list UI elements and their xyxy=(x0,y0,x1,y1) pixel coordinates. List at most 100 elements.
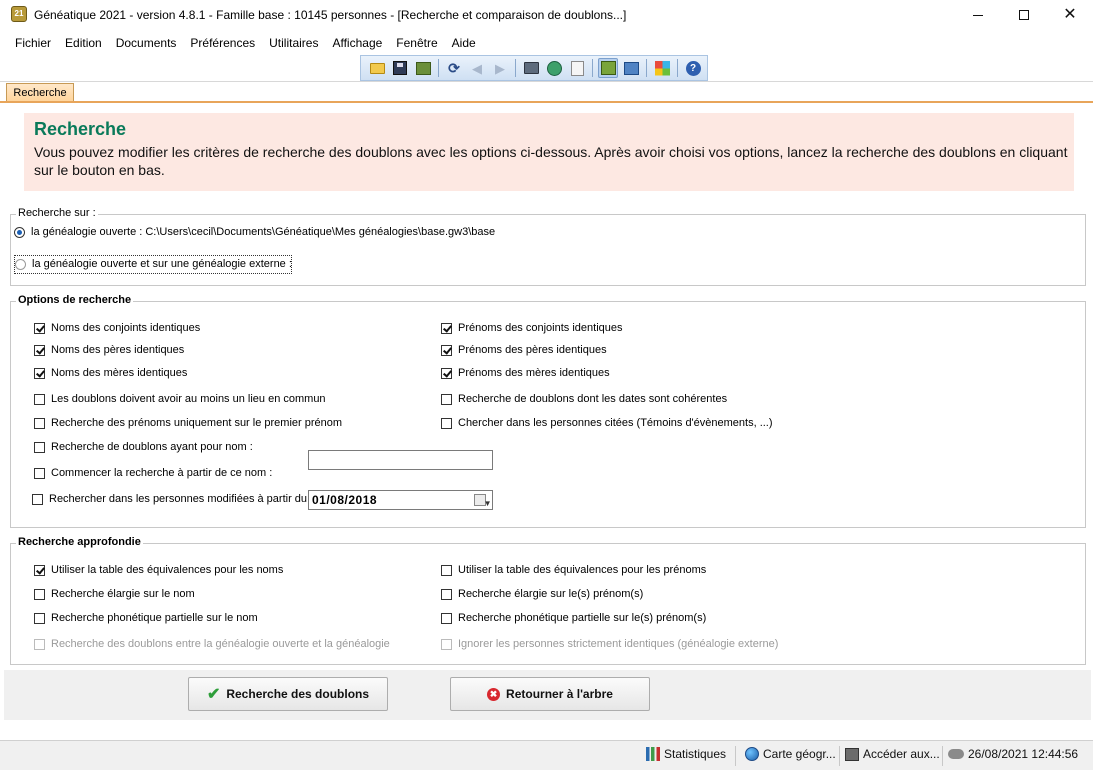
refresh-icon: ⟳ xyxy=(448,60,460,76)
checkbox[interactable] xyxy=(441,417,452,429)
option-nom-specifique[interactable]: Recherche de doublons ayant pour nom : xyxy=(34,441,253,453)
help-button[interactable]: ? xyxy=(683,58,703,78)
title-bar: 21 Généatique 2021 - version 4.8.1 - Fam… xyxy=(0,0,1093,30)
map-item[interactable]: Carte géogr... xyxy=(745,747,836,761)
search-on-legend: Recherche sur : xyxy=(16,207,98,219)
option-premier-prenom[interactable]: Recherche des prénoms uniquement sur le … xyxy=(34,417,342,429)
folder-icon xyxy=(369,62,385,74)
checkbox[interactable] xyxy=(34,322,45,334)
back-button[interactable]: ◀ xyxy=(467,58,487,78)
option-lieu-commun[interactable]: Les doublons doivent avoir au moins un l… xyxy=(34,393,326,405)
option-prenoms-peres[interactable]: Prénoms des pères identiques xyxy=(441,344,607,356)
checkbox-label: Recherche des doublons entre la généalog… xyxy=(51,638,390,650)
checkbox[interactable] xyxy=(441,564,452,576)
menu-preferences[interactable]: Préférences xyxy=(183,32,262,54)
statistics-item[interactable]: Statistiques xyxy=(646,747,726,761)
checkbox-label: Utiliser la table des équivalences pour … xyxy=(51,564,284,576)
checkbox[interactable] xyxy=(441,322,452,334)
banner-title: Recherche xyxy=(34,119,127,139)
option-prenoms-meres[interactable]: Prénoms des mères identiques xyxy=(441,367,610,379)
panel-icon xyxy=(623,61,639,75)
access-item[interactable]: Accéder aux... xyxy=(845,747,940,761)
checkbox[interactable] xyxy=(441,367,452,379)
dropdown-arrow-icon[interactable]: ▼ xyxy=(484,495,492,513)
menu-affichage[interactable]: Affichage xyxy=(325,32,389,54)
checkbox[interactable] xyxy=(441,344,452,356)
checkbox-label: Chercher dans les personnes citées (Témo… xyxy=(458,417,773,429)
return-to-tree-button[interactable]: ✖ Retourner à l'arbre xyxy=(450,677,650,711)
option-personnes-citees[interactable]: Chercher dans les personnes citées (Témo… xyxy=(441,417,773,429)
checkbox[interactable] xyxy=(34,393,45,405)
menu-edition[interactable]: Edition xyxy=(58,32,109,54)
radio-button[interactable] xyxy=(15,258,26,270)
datetime-item: 26/08/2021 12:44:56 xyxy=(948,747,1078,761)
checkbox[interactable] xyxy=(441,612,452,624)
print-button[interactable] xyxy=(521,58,541,78)
grid-button[interactable] xyxy=(652,58,672,78)
option-prenoms-conjoints[interactable]: Prénoms des conjoints identiques xyxy=(441,322,622,334)
statistics-label: Statistiques xyxy=(664,747,727,761)
checkbox[interactable] xyxy=(34,344,45,356)
forward-button[interactable]: ▶ xyxy=(490,58,510,78)
toolbar-separator xyxy=(515,59,516,77)
checkbox-label: Ignorer les personnes strictement identi… xyxy=(458,638,779,650)
checkbox[interactable] xyxy=(34,417,45,429)
checkbox[interactable] xyxy=(34,467,45,479)
menu-fenetre[interactable]: Fenêtre xyxy=(389,32,444,54)
book-button[interactable] xyxy=(413,58,433,78)
radio-external-genealogy[interactable]: la généalogie ouverte et sur une généalo… xyxy=(14,255,292,274)
option-equiv-noms[interactable]: Utiliser la table des équivalences pour … xyxy=(34,564,283,576)
menu-aide[interactable]: Aide xyxy=(445,32,483,54)
checkbox[interactable] xyxy=(34,588,45,600)
checkbox-label: Noms des conjoints identiques xyxy=(51,322,201,334)
document-button[interactable] xyxy=(567,58,587,78)
tab-recherche[interactable]: Recherche xyxy=(6,83,74,102)
checkbox[interactable] xyxy=(34,367,45,379)
minimize-button[interactable] xyxy=(955,0,1001,30)
checkbox[interactable] xyxy=(441,588,452,600)
close-button[interactable]: ✕ xyxy=(1047,0,1093,30)
panel-button[interactable] xyxy=(621,58,641,78)
open-button[interactable] xyxy=(367,58,387,78)
close-icon: ✕ xyxy=(1063,6,1077,23)
radio-open-genealogy[interactable]: la généalogie ouverte : C:\Users\cecil\D… xyxy=(14,226,495,238)
option-noms-meres[interactable]: Noms des mères identiques xyxy=(34,367,187,379)
option-noms-conjoints[interactable]: Noms des conjoints identiques xyxy=(34,322,200,334)
option-equiv-prenoms[interactable]: Utiliser la table des équivalences pour … xyxy=(441,564,706,576)
maximize-button[interactable] xyxy=(1001,0,1047,30)
checkbox[interactable] xyxy=(34,441,45,453)
option-phonetique-prenoms[interactable]: Recherche phonétique partielle sur le(s)… xyxy=(441,612,706,624)
refresh-button[interactable]: ⟳ xyxy=(444,58,464,78)
toolbar-divider xyxy=(0,81,1093,82)
checkbox[interactable] xyxy=(441,393,452,405)
cloud-icon xyxy=(948,749,964,759)
edit-button[interactable] xyxy=(598,58,618,78)
forward-arrow-icon: ▶ xyxy=(495,60,505,76)
checkbox[interactable] xyxy=(34,612,45,624)
menu-documents[interactable]: Documents xyxy=(109,32,184,54)
menu-utilitaires[interactable]: Utilitaires xyxy=(262,32,325,54)
banner-text: Vous pouvez modifier les critères de rec… xyxy=(34,144,1068,178)
checkbox[interactable] xyxy=(32,493,43,505)
toolbar-separator xyxy=(646,59,647,77)
checkbox[interactable] xyxy=(34,564,45,576)
menu-fichier[interactable]: Fichier xyxy=(8,32,58,54)
option-dates-coherentes[interactable]: Recherche de doublons dont les dates son… xyxy=(441,393,727,405)
checkbox-label: Recherche élargie sur le nom xyxy=(51,588,195,600)
checkbox-label: Noms des mères identiques xyxy=(51,367,188,379)
search-duplicates-button[interactable]: ✔ Recherche des doublons xyxy=(188,677,388,711)
option-modifiees[interactable]: Rechercher dans les personnes modifiées … xyxy=(32,493,313,505)
radio-button[interactable] xyxy=(14,226,25,238)
option-commencer-nom[interactable]: Commencer la recherche à partir de ce no… xyxy=(34,467,272,479)
option-phonetique-nom[interactable]: Recherche phonétique partielle sur le no… xyxy=(34,612,258,624)
settings-button[interactable] xyxy=(544,58,564,78)
map-label: Carte géogr... xyxy=(763,747,836,761)
option-noms-peres[interactable]: Noms des pères identiques xyxy=(34,344,184,356)
date-picker[interactable]: 01/08/2018 ▼ xyxy=(308,490,493,510)
save-button[interactable] xyxy=(390,58,410,78)
book-icon xyxy=(415,61,431,75)
option-elargie-prenoms[interactable]: Recherche élargie sur le(s) prénom(s) xyxy=(441,588,643,600)
checkbox-label: Prénoms des conjoints identiques xyxy=(458,322,623,334)
name-input[interactable] xyxy=(308,450,493,470)
option-elargie-nom[interactable]: Recherche élargie sur le nom xyxy=(34,588,195,600)
